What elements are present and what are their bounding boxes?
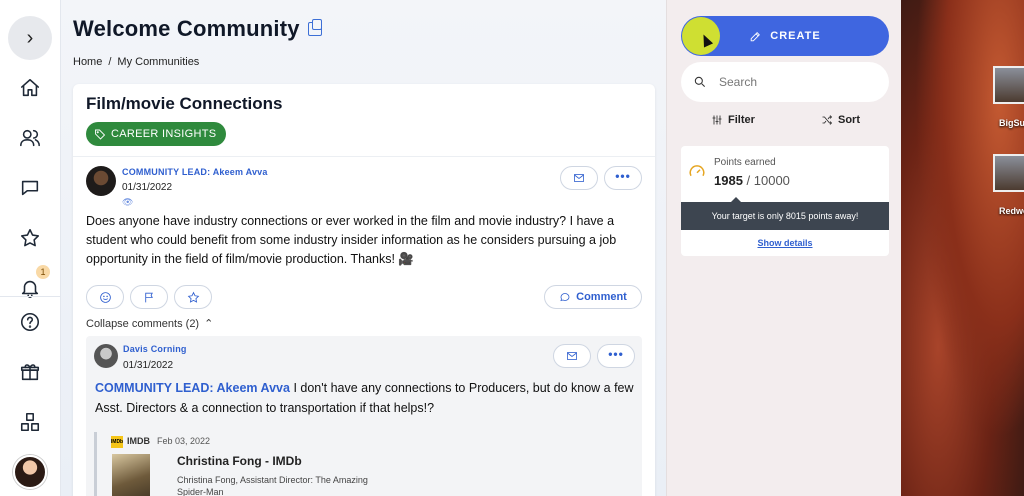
message-button[interactable] (560, 166, 598, 190)
breadcrumb: Home / My Communities (73, 56, 199, 68)
comment-reply: Davis Corning 01/31/2022 ••• COMMUNITY L… (86, 336, 642, 496)
flag-button[interactable] (130, 285, 168, 309)
points-earned: 1985 (714, 173, 743, 188)
reply-message-button[interactable] (553, 344, 591, 368)
points-card: Points earned 1985 / 10000 Your target i… (681, 146, 889, 256)
rail-item-home[interactable] (10, 68, 50, 108)
left-rail: › 1 (0, 0, 61, 496)
chat-icon (21, 180, 39, 196)
rail-item-apps[interactable] (10, 402, 50, 442)
preview-description: Christina Fong, Assistant Director: The … (177, 475, 368, 496)
preview-date: Feb 03, 2022 (157, 436, 211, 446)
preview-thumbnail (112, 454, 150, 496)
desktop-file-icon[interactable] (993, 66, 1024, 104)
preview-title[interactable]: Christina Fong - IMDb (177, 454, 302, 468)
people-icon (20, 129, 40, 147)
page-title: Welcome Community (73, 16, 322, 42)
main-content: Welcome Community Home / My Communities … (61, 0, 666, 496)
sort-label: Sort (838, 114, 860, 126)
desktop-file-label: Redwo (999, 206, 1024, 216)
reply-body: COMMUNITY LEAD: Akeem Avva I don't have … (95, 378, 635, 418)
reply-author-avatar[interactable] (94, 344, 118, 368)
points-separator: / (742, 173, 754, 188)
filter-button[interactable]: Filter (711, 114, 755, 126)
gift-icon (20, 364, 40, 381)
envelope-icon (574, 174, 584, 182)
gauge-icon (689, 165, 705, 177)
rail-item-help[interactable] (10, 302, 50, 342)
search-icon (694, 76, 706, 88)
collapse-comments-label: Collapse comments (2) (86, 317, 200, 330)
shuffle-icon (822, 115, 833, 125)
post-date: 01/31/2022 (122, 182, 173, 193)
copy-icon[interactable] (307, 19, 322, 36)
career-insights-tag[interactable]: CAREER INSIGHTS (86, 122, 227, 146)
envelope-icon (567, 352, 577, 360)
desktop-wallpaper: BigSu Redwo (901, 0, 1024, 496)
desktop-file-label: BigSu (999, 118, 1024, 128)
imdb-logo: IMDb (111, 436, 123, 448)
breadcrumb-my-communities[interactable]: My Communities (117, 56, 199, 68)
react-button[interactable] (86, 285, 124, 309)
apps-icon (20, 412, 40, 432)
rail-item-chat[interactable] (10, 168, 50, 208)
filter-label: Filter (728, 114, 755, 126)
eye-icon: 👁 (122, 197, 134, 207)
points-label: Points earned (714, 157, 776, 168)
flag-icon (144, 292, 153, 302)
points-max: 10000 (753, 173, 790, 188)
search-input[interactable] (719, 75, 869, 89)
points-value: 1985 / 10000 (714, 173, 790, 188)
home-icon (20, 78, 40, 97)
filter-sliders-icon (712, 115, 722, 125)
post-card: Film/movie Connections CAREER INSIGHTS C… (73, 84, 655, 496)
breadcrumb-separator: / (108, 56, 112, 68)
rail-item-people[interactable] (10, 118, 50, 158)
collapse-comments-toggle[interactable]: Collapse comments (2) ⌃ (86, 317, 214, 331)
create-label: CREATE (770, 30, 821, 42)
rail-item-favorites[interactable] (10, 218, 50, 258)
tag-icon (95, 129, 106, 140)
user-avatar[interactable] (13, 455, 47, 489)
chevron-right-icon: › (26, 26, 34, 49)
link-preview[interactable]: IMDb IMDB Feb 03, 2022 Christina Fong - … (94, 432, 394, 496)
author-avatar[interactable] (86, 166, 116, 196)
more-options-button[interactable]: ••• (604, 166, 642, 190)
more-icon: ••• (615, 168, 631, 183)
reply-date: 01/31/2022 (123, 360, 174, 371)
desktop-file-icon[interactable] (993, 154, 1024, 192)
points-tooltip: Your target is only 8015 points away! (681, 197, 889, 230)
reply-more-options-button[interactable]: ••• (597, 344, 635, 368)
comment-label: Comment (576, 291, 627, 303)
star-icon (187, 291, 199, 303)
mention-link[interactable]: COMMUNITY LEAD: Akeem Avva (95, 381, 290, 395)
divider (73, 156, 655, 157)
expand-rail-button[interactable]: › (8, 16, 52, 60)
post-body: Does anyone have industry connections or… (86, 214, 617, 266)
help-icon (20, 312, 40, 332)
right-panel: CREATE Filter Sort Points earned 1985 / … (666, 0, 901, 496)
post-author[interactable]: COMMUNITY LEAD: Akeem Avva (122, 167, 268, 177)
reply-author[interactable]: Davis Corning (123, 344, 187, 354)
comment-icon (560, 293, 570, 302)
post-title: Film/movie Connections (86, 94, 283, 113)
notification-badge: 1 (36, 265, 50, 279)
preview-site: IMDB (127, 436, 150, 446)
rail-divider (0, 296, 61, 297)
comment-button[interactable]: Comment (544, 285, 642, 309)
search-box[interactable] (681, 62, 889, 102)
tag-label: CAREER INSIGHTS (111, 128, 217, 140)
star-icon (20, 228, 40, 247)
rail-item-rewards[interactable] (10, 352, 50, 392)
chevron-up-icon: ⌃ (204, 318, 214, 330)
page-title-text: Welcome Community (73, 16, 300, 41)
edit-icon (750, 31, 761, 41)
smiley-icon (99, 291, 111, 303)
breadcrumb-home[interactable]: Home (73, 56, 102, 68)
favorite-button[interactable] (174, 285, 212, 309)
more-icon: ••• (608, 346, 624, 361)
sort-button[interactable]: Sort (821, 114, 860, 126)
show-details-link[interactable]: Show details (681, 238, 889, 248)
